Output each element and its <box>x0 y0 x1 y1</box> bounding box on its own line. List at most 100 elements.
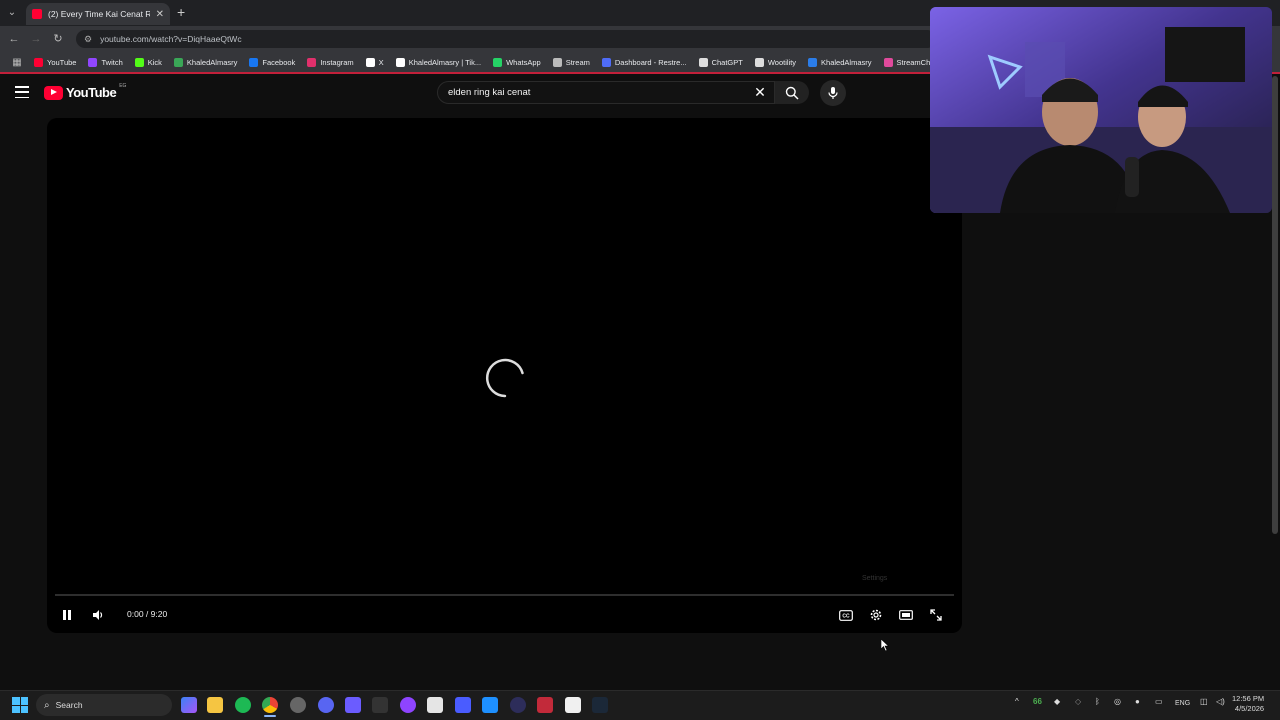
file-explorer-icon[interactable] <box>207 697 223 713</box>
taskbar-search[interactable]: ⌕ Search <box>36 694 172 716</box>
system-clock[interactable]: 12:56 PM 4/5/2026 <box>1232 694 1264 714</box>
bookmark-khaledalmasry[interactable]: KhaledAlmasry <box>168 57 243 67</box>
bookmark-label: Instagram <box>320 57 354 67</box>
apps-grid-icon[interactable]: ▦ <box>6 57 28 68</box>
back-icon[interactable]: ← <box>6 31 22 47</box>
menu-icon[interactable] <box>15 86 29 98</box>
pause-button[interactable] <box>58 606 76 624</box>
chrome-active-indicator <box>264 715 276 717</box>
keyboard-tray-icon[interactable]: ▭ <box>1155 697 1163 706</box>
facebook-icon <box>249 57 259 67</box>
tray-expand-icon[interactable]: ^ <box>1015 697 1019 706</box>
steam-icon[interactable] <box>592 697 608 713</box>
bookmark-label: KhaledAlmasry <box>821 57 872 67</box>
volume-button[interactable] <box>89 606 107 624</box>
bookmark-khaledalmasry[interactable]: KhaledAlmasry <box>802 57 877 67</box>
spotify-icon[interactable] <box>235 697 251 713</box>
bookmark-instagram[interactable]: Instagram <box>301 57 359 67</box>
webcam-scene <box>930 7 1272 213</box>
bookmark-label: Facebook <box>262 57 296 67</box>
discord-icon[interactable] <box>318 697 334 713</box>
network-icon[interactable]: ◫ <box>1200 697 1208 706</box>
tray-app-icon-2[interactable]: ◇ <box>1075 697 1081 706</box>
bookmark-chatgpt[interactable]: ChatGPT <box>693 57 749 67</box>
address-bar[interactable]: ⚙ youtube.com/watch?v=DiqHaaeQtWc <box>76 30 936 48</box>
blue-app-icon[interactable] <box>482 697 498 713</box>
volume-icon <box>93 610 103 620</box>
webcam-overlay <box>930 7 1272 213</box>
tab-title: (2) Every Time Kai Cenat Raged <box>48 9 150 19</box>
theater-mode-button[interactable] <box>897 606 915 624</box>
site-info-icon[interactable]: ⚙ <box>84 34 92 45</box>
fullscreen-button[interactable] <box>927 606 945 624</box>
gamepad-icon[interactable] <box>455 697 471 713</box>
bookmark-facebook[interactable]: Facebook <box>243 57 301 67</box>
voice-search-button[interactable] <box>820 80 846 106</box>
controller-icon[interactable]: ◎ <box>1114 697 1121 706</box>
calendar-app-icon[interactable] <box>427 697 443 713</box>
bookmark-x[interactable]: X <box>360 57 390 67</box>
pause-icon <box>63 610 71 620</box>
steam-link-icon[interactable] <box>290 697 306 713</box>
bookmark-whatsapp[interactable]: WhatsApp <box>487 57 547 67</box>
search-icon <box>785 86 799 100</box>
reload-icon[interactable]: ↻ <box>50 31 66 47</box>
purple-app-icon[interactable] <box>400 697 416 713</box>
search-button[interactable] <box>775 81 809 104</box>
bookmark-dashboard-restre[interactable]: Dashboard - Restre... <box>596 57 693 67</box>
bluetooth-icon[interactable]: ᛒ <box>1095 697 1100 706</box>
taskbar-search-label: Search <box>55 700 83 710</box>
subtitles-button[interactable]: CC <box>837 606 855 624</box>
4k-app-icon[interactable] <box>510 697 526 713</box>
speaker-icon[interactable]: ◁) <box>1216 697 1225 706</box>
bookmark-label: Kick <box>147 57 162 67</box>
new-tab-icon[interactable]: + <box>177 4 185 20</box>
bookmark-kick[interactable]: Kick <box>129 57 168 67</box>
windows-start-icon[interactable] <box>12 697 28 713</box>
tab-close-icon[interactable]: ✕ <box>156 9 164 20</box>
tray-app-icon[interactable]: ◆ <box>1054 697 1060 706</box>
tray-badge[interactable]: 66 <box>1033 697 1042 706</box>
clock-date: 4/5/2026 <box>1234 704 1265 713</box>
meta-icon <box>808 57 818 67</box>
bookmark-label: KhaledAlmasry <box>186 57 238 67</box>
search-query: elden ring kai cenat <box>448 87 531 98</box>
bookmark-youtube[interactable]: YouTube <box>28 57 82 67</box>
bookmark-twitch[interactable]: Twitch <box>82 57 128 67</box>
bookmark-stream[interactable]: Stream <box>547 57 596 67</box>
forward-icon[interactable]: → <box>28 31 44 47</box>
mouse-cursor-icon <box>881 639 889 651</box>
chatgpt-icon <box>698 57 708 67</box>
instagram-icon <box>307 57 317 67</box>
language-indicator[interactable]: ENG <box>1175 700 1190 707</box>
streamcharts-icon <box>883 57 893 67</box>
restream-icon <box>601 57 611 67</box>
settings-tooltip: Settings <box>862 575 888 582</box>
wootility-icon <box>754 57 764 67</box>
browser-tab[interactable]: (2) Every Time Kai Cenat Raged ✕ <box>26 3 170 25</box>
copilot-icon[interactable] <box>181 697 197 713</box>
document-icon[interactable] <box>565 697 581 713</box>
khaled-icon <box>173 57 183 67</box>
kick-icon <box>134 57 144 67</box>
tiktok-icon <box>395 57 405 67</box>
clear-search-icon[interactable]: ✕ <box>746 84 774 101</box>
youtube-icon <box>34 57 43 67</box>
wall-tv <box>1165 27 1245 82</box>
valorant-icon[interactable] <box>537 697 553 713</box>
keyboard-app-icon[interactable] <box>372 697 388 713</box>
mic-tray-icon[interactable]: ● <box>1135 697 1140 706</box>
chrome-icon[interactable] <box>262 697 278 713</box>
time-display: 0:00 / 9:20 <box>127 609 168 619</box>
microphone-icon <box>1125 157 1139 197</box>
scrollbar-thumb[interactable] <box>1272 76 1278 534</box>
bookmark-khaledalmasry-tik[interactable]: KhaledAlmasry | Tik... <box>390 57 487 67</box>
settings-button[interactable] <box>867 606 885 624</box>
search-input[interactable]: elden ring kai cenat ✕ <box>437 81 775 104</box>
progress-bar[interactable] <box>55 594 954 596</box>
apps-grid-icon[interactable] <box>345 697 361 713</box>
bookmark-wootility[interactable]: Wootility <box>749 57 802 67</box>
bookmark-label: Wootility <box>767 57 797 67</box>
youtube-logo[interactable]: YouTube EG <box>44 83 126 100</box>
tab-search-icon[interactable]: ⌄ <box>4 5 20 21</box>
